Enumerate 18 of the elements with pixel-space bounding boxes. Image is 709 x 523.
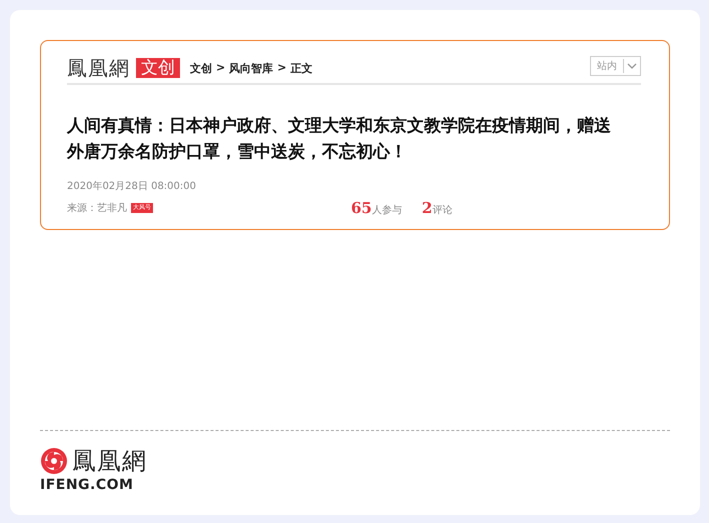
site-logo-text[interactable]: 鳳凰網 bbox=[67, 54, 130, 82]
footer-logo-text: 鳳凰網 bbox=[72, 446, 147, 477]
source-text: 来源：艺非凡 bbox=[67, 202, 127, 215]
breadcrumb-link[interactable]: 文创 bbox=[190, 60, 212, 76]
comments-label[interactable]: 评论 bbox=[432, 203, 452, 217]
breadcrumb-link[interactable]: 正文 bbox=[290, 60, 312, 76]
participants-label: 人参与 bbox=[372, 204, 402, 217]
swirl-logo-icon bbox=[40, 447, 68, 475]
breadcrumb-link[interactable]: 风向智库 bbox=[229, 60, 274, 76]
publish-date: 2020年02月28日 08:00:00 bbox=[67, 180, 197, 193]
breadcrumb-separator: > bbox=[216, 60, 226, 76]
footer-domain: IFENG.COM bbox=[40, 477, 134, 493]
comments-count: 2 bbox=[422, 199, 432, 217]
channel-badge[interactable]: 文创 bbox=[136, 58, 180, 78]
breadcrumb-separator: > bbox=[277, 60, 286, 76]
participants-count: 65 bbox=[351, 199, 372, 217]
article-title: 人间有真情：日本神户政府、文理大学和东京文教学院在疫情期间，赠送外唐万余名防护口罩，雪中送炭，不忘初心！ bbox=[67, 115, 612, 164]
chevron-icon bbox=[627, 63, 637, 69]
